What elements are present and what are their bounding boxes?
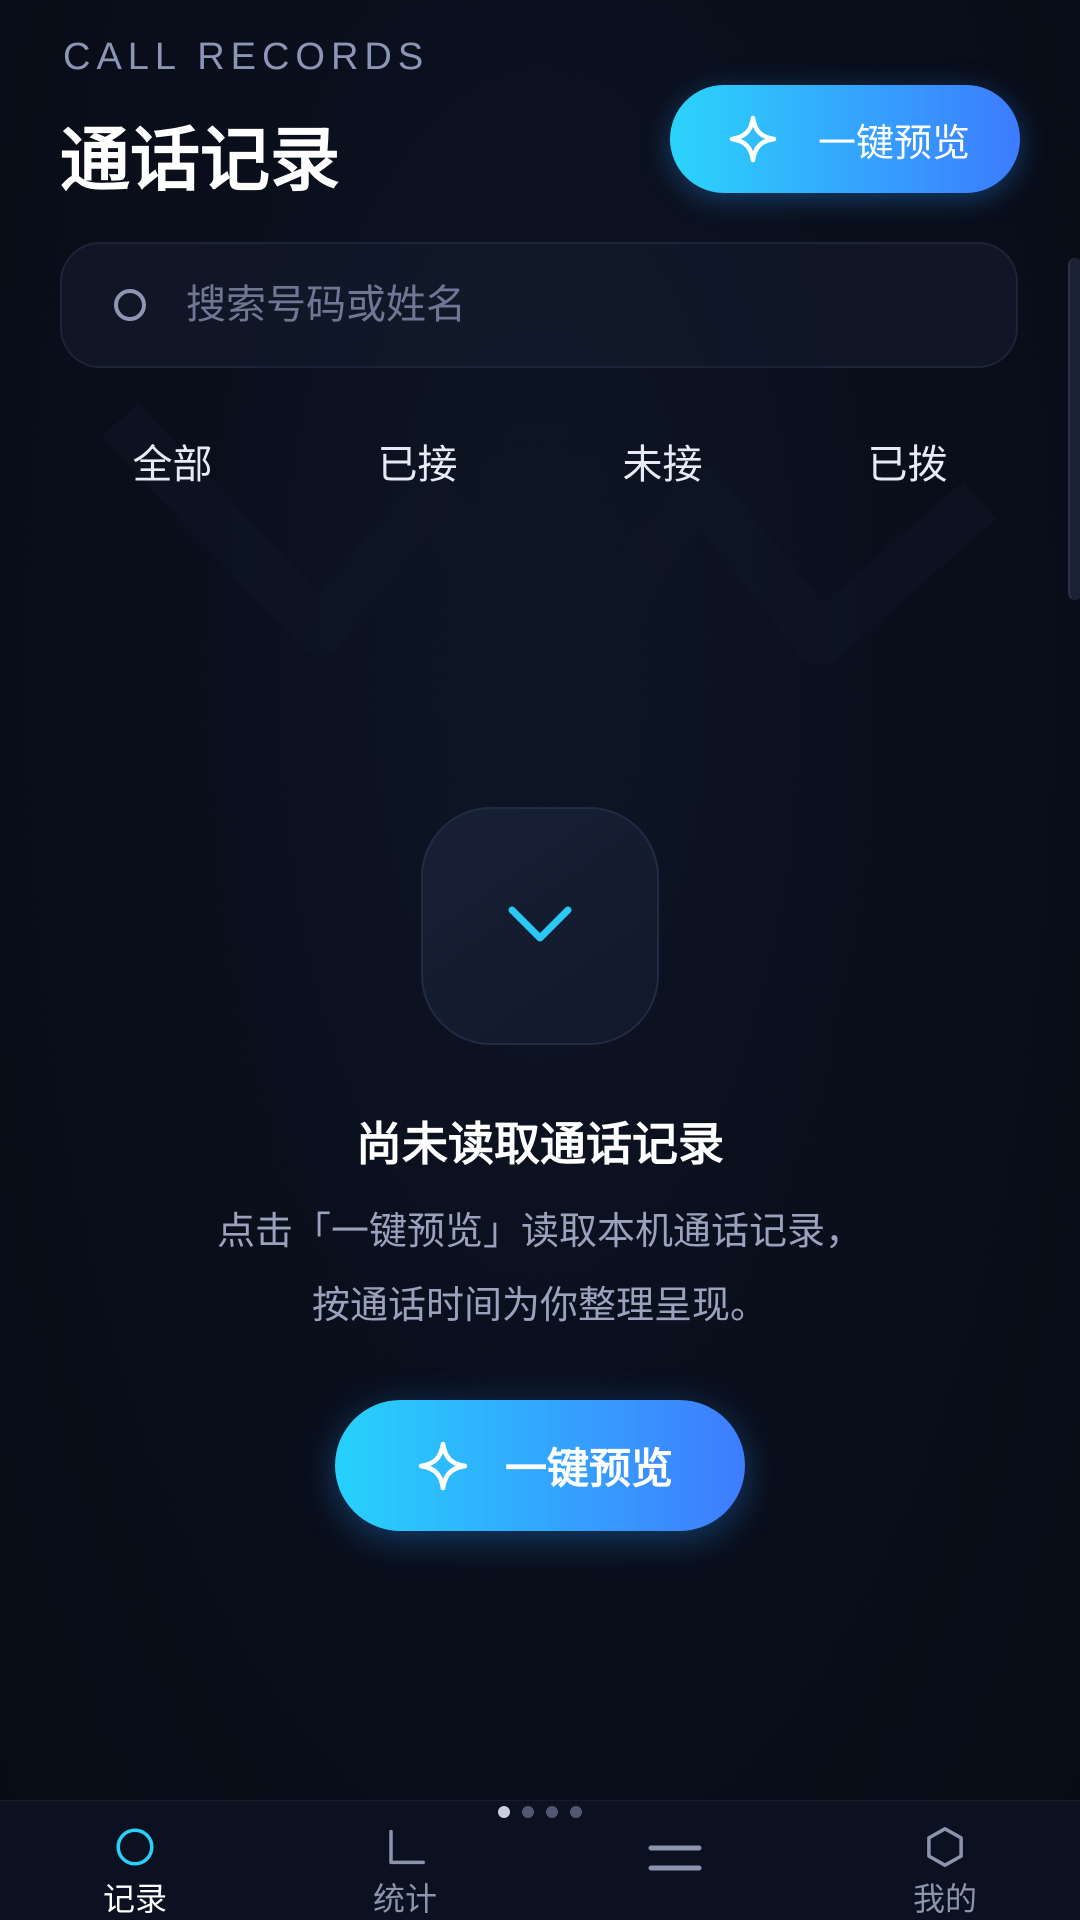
tab-dialed[interactable]: 已拨 bbox=[785, 430, 1030, 500]
nav-item-label: 我的 bbox=[912, 1880, 977, 1918]
nav-item-label: 统计 bbox=[372, 1880, 437, 1918]
corner-icon bbox=[389, 1829, 425, 1865]
menu-icon bbox=[648, 1845, 702, 1871]
preview-button-main[interactable]: 一键预览 bbox=[335, 1400, 745, 1531]
page-indicator bbox=[0, 1806, 1080, 1818]
tab-missed[interactable]: 未接 bbox=[540, 430, 785, 500]
page-dot bbox=[570, 1806, 582, 1818]
search-icon bbox=[114, 289, 146, 321]
nav-item-label: 记录 bbox=[102, 1880, 167, 1918]
nav-item-profile[interactable]: 我的 bbox=[845, 1826, 1045, 1920]
page-subtitle: CALL RECORDS bbox=[63, 36, 430, 78]
search-input[interactable] bbox=[184, 281, 1016, 329]
empty-state-title: 尚未读取通话记录 bbox=[356, 1117, 724, 1171]
empty-state-icon-box bbox=[421, 807, 659, 1045]
search-box[interactable] bbox=[60, 242, 1018, 368]
empty-state-description-line1: 点击「一键预览」读取本机通话记录， bbox=[216, 1209, 863, 1253]
sparkle-icon bbox=[418, 1441, 468, 1490]
page-dot bbox=[546, 1806, 558, 1818]
tab-all[interactable]: 全部 bbox=[50, 430, 295, 500]
empty-state-description-line2: 按通话时间为你整理呈现。 bbox=[311, 1283, 768, 1327]
hexagon-icon bbox=[927, 1827, 963, 1867]
chevron-down-icon bbox=[508, 906, 572, 942]
filter-tabs: 全部 已接 未接 已拨 bbox=[50, 430, 1030, 500]
page-dot bbox=[498, 1806, 510, 1818]
page-title: 通话记录 bbox=[60, 119, 340, 201]
nav-item-stats[interactable]: 统计 bbox=[305, 1826, 505, 1920]
nav-item-records[interactable]: 记录 bbox=[35, 1826, 235, 1920]
sparkle-icon bbox=[729, 115, 777, 163]
scrollbar[interactable] bbox=[1068, 258, 1080, 600]
page-dot bbox=[522, 1806, 534, 1818]
preview-button-top-label: 一键预览 bbox=[818, 120, 971, 165]
preview-button-top[interactable]: 一键预览 bbox=[670, 85, 1020, 193]
preview-button-main-label: 一键预览 bbox=[505, 1444, 674, 1493]
tab-answered[interactable]: 已接 bbox=[295, 430, 540, 500]
circle-icon bbox=[116, 1828, 154, 1866]
nav-item-menu[interactable] bbox=[575, 1826, 775, 1920]
